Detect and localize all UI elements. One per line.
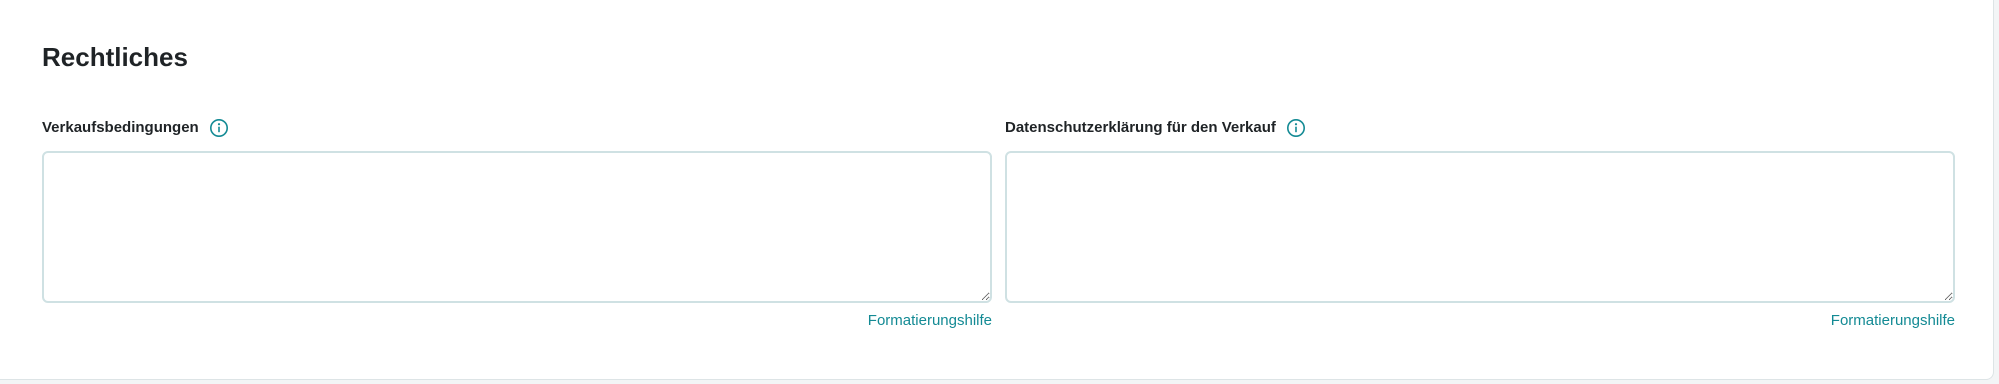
terms-of-sale-formatting-help-link[interactable]: Formatierungshilfe bbox=[42, 310, 992, 332]
privacy-policy-textarea[interactable] bbox=[1005, 151, 1955, 303]
terms-of-sale-field: Verkaufsbedingungen Formatierungshilfe bbox=[42, 116, 992, 332]
privacy-policy-field: Datenschutzerklärung für den Verkauf For… bbox=[1005, 116, 1955, 332]
privacy-policy-formatting-help-link[interactable]: Formatierungshilfe bbox=[1005, 310, 1955, 332]
info-circle-icon[interactable] bbox=[1286, 118, 1306, 138]
privacy-policy-label-row: Datenschutzerklärung für den Verkauf bbox=[1005, 116, 1955, 140]
terms-of-sale-label-row: Verkaufsbedingungen bbox=[42, 116, 992, 140]
terms-of-sale-label: Verkaufsbedingungen bbox=[42, 119, 199, 136]
section-title: Rechtliches bbox=[42, 42, 188, 72]
privacy-policy-label: Datenschutzerklärung für den Verkauf bbox=[1005, 119, 1276, 136]
legal-section-card: Rechtliches Verkaufsbedingungen Formatie… bbox=[0, 0, 1994, 380]
terms-of-sale-textarea[interactable] bbox=[42, 151, 992, 303]
info-circle-icon[interactable] bbox=[209, 118, 229, 138]
